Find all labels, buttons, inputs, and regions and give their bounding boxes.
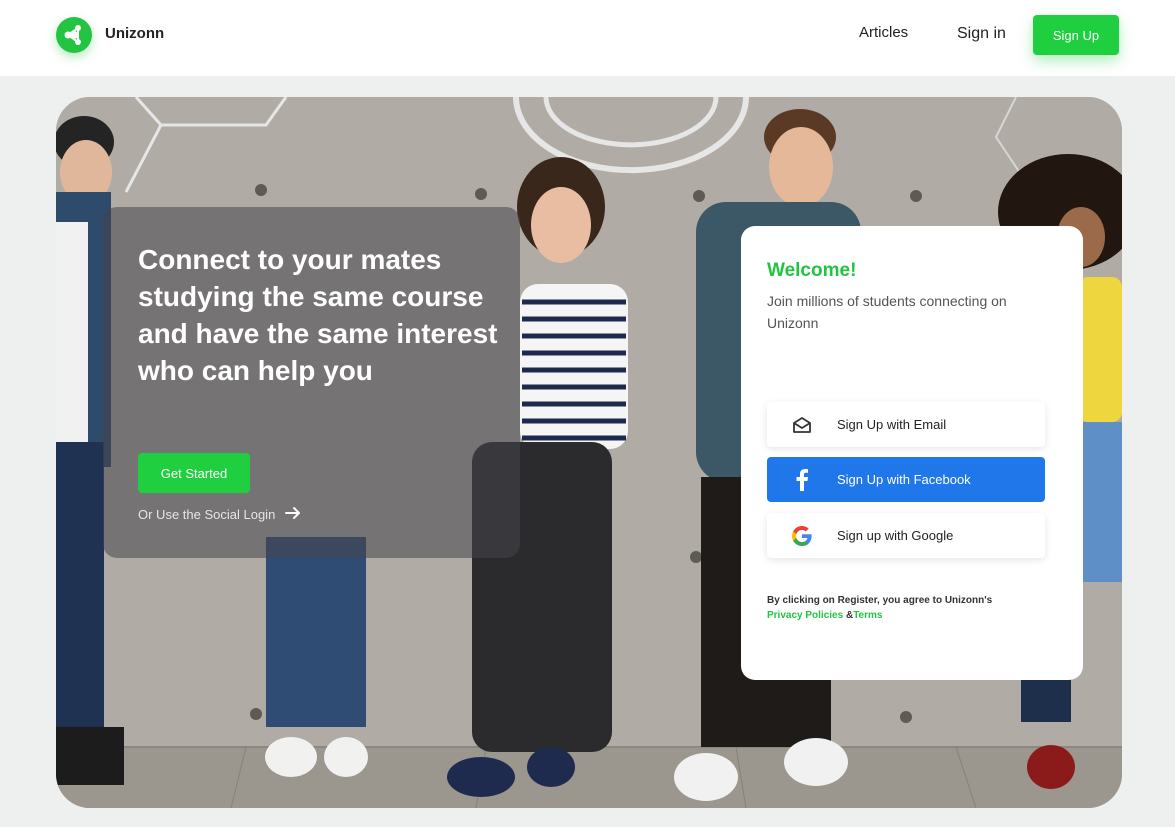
hero-headline: Connect to your mates studying the same … — [138, 244, 498, 386]
terms-text: By clicking on Register, you agree to Un… — [767, 593, 1047, 623]
hero-section: Connect to your mates studying the same … — [56, 97, 1122, 808]
signup-card: Welcome! Join millions of students conne… — [741, 226, 1083, 680]
arrow-right-icon — [285, 506, 301, 523]
terms-prefix: By clicking on Register, you agree to Un… — [767, 595, 993, 606]
privacy-policies-link[interactable]: Privacy Policies — [767, 610, 843, 621]
signup-google-button[interactable]: Sign up with Google — [767, 513, 1045, 558]
social-login-link[interactable]: Or Use the Social Login — [138, 506, 301, 523]
signup-email-label: Sign Up with Email — [837, 417, 947, 432]
signup-email-button[interactable]: Sign Up with Email — [767, 402, 1045, 447]
signup-facebook-button[interactable]: Sign Up with Facebook — [767, 457, 1045, 502]
welcome-title: Welcome! — [767, 260, 857, 281]
envelope-icon — [767, 416, 837, 434]
top-nav: Unizonn Articles Sign in Sign Up — [0, 0, 1175, 76]
signup-google-label: Sign up with Google — [837, 528, 954, 543]
google-icon — [767, 525, 837, 546]
signup-facebook-label: Sign Up with Facebook — [837, 472, 971, 487]
nav-sign-in-link[interactable]: Sign in — [957, 25, 1006, 43]
nav-articles-link[interactable]: Articles — [859, 24, 908, 41]
facebook-icon — [767, 468, 837, 491]
social-login-label: Or Use the Social Login — [138, 507, 276, 522]
hero-intro-card: Connect to your mates studying the same … — [103, 207, 520, 558]
header-sign-up-button[interactable]: Sign Up — [1033, 15, 1119, 55]
logo-icon[interactable] — [56, 17, 92, 53]
terms-link[interactable]: Terms — [853, 610, 882, 621]
get-started-button[interactable]: Get Started — [138, 453, 250, 493]
brand-name[interactable]: Unizonn — [105, 25, 164, 42]
welcome-subtitle: Join millions of students connecting on … — [767, 293, 1007, 331]
